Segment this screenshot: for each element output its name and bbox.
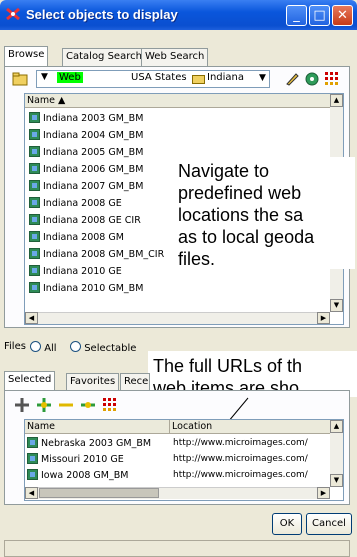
tab-catalog-search[interactable]: Catalog Search — [62, 48, 146, 66]
status-bar — [4, 540, 350, 557]
chevron-down-icon: ▼ — [259, 73, 266, 83]
column-header-location[interactable]: Location — [170, 420, 330, 434]
scroll-right-button[interactable]: ▶ — [317, 312, 330, 324]
window-title: Select objects to display — [26, 7, 178, 22]
app-icon — [5, 6, 21, 22]
horizontal-scrollbar[interactable] — [25, 312, 330, 324]
folder-up-icon[interactable] — [12, 72, 28, 86]
geodata-icon — [29, 282, 40, 293]
list-item[interactable]: Indiana 2008 GE — [29, 196, 122, 212]
row-name: Missouri 2010 GE — [27, 452, 124, 467]
row-name: Nebraska 2003 GM_BM — [27, 436, 151, 451]
list-item[interactable]: Indiana 2005 GM_BM — [29, 145, 143, 161]
radio-icon — [30, 341, 41, 352]
tab-favorites[interactable]: Favorites — [66, 373, 120, 390]
list-item[interactable]: Indiana 2010 GE — [29, 264, 122, 280]
remove-all-icon[interactable] — [80, 397, 96, 413]
geodata-icon — [29, 129, 40, 140]
geodata-icon — [29, 231, 40, 242]
scroll-down-button[interactable]: ▼ — [330, 474, 343, 487]
files-label: Files — [4, 341, 26, 352]
radio-icon — [70, 341, 81, 352]
name-column-header[interactable]: Name ▲ — [25, 94, 330, 108]
row-location: http://www.microimages.com/ — [173, 470, 308, 480]
country-label: USA States — [131, 72, 187, 83]
geodata-icon — [29, 214, 40, 225]
geodata-icon — [29, 163, 40, 174]
list-item[interactable]: Indiana 2008 GM — [29, 230, 124, 246]
geodata-icon — [27, 437, 38, 448]
add-all-icon[interactable] — [36, 397, 52, 413]
geodata-icon — [29, 146, 40, 157]
geodata-icon — [29, 197, 40, 208]
geodata-icon — [27, 453, 38, 464]
minimize-button[interactable]: _ — [286, 5, 307, 26]
geodata-icon — [29, 265, 40, 276]
tab-browse[interactable]: Browse — [4, 46, 49, 67]
remove-icon[interactable] — [58, 397, 74, 413]
scroll-right-button[interactable]: ▶ — [317, 487, 330, 499]
row-location: http://www.microimages.com/ — [173, 454, 308, 464]
list-item[interactable]: Indiana 2008 GE CIR — [29, 213, 141, 229]
cancel-button[interactable]: Cancel — [306, 513, 352, 535]
pencil-icon[interactable] — [284, 71, 300, 87]
chevron-down-icon: ▼ — [41, 72, 48, 82]
grid-icon[interactable] — [102, 397, 118, 413]
web-label: Web — [57, 72, 83, 83]
list-item[interactable]: Indiana 2004 GM_BM — [29, 128, 143, 144]
folder-icon — [192, 73, 205, 84]
scroll-left-button[interactable]: ◀ — [25, 312, 38, 324]
title-bar[interactable]: Select objects to display _ □ ✕ — [0, 0, 357, 30]
row-location: http://www.microimages.com/ — [173, 438, 308, 448]
files-all-radio[interactable]: All — [30, 341, 57, 354]
tab-recent[interactable]: Recent — [120, 373, 150, 390]
files-selectable-radio[interactable]: Selectable — [70, 341, 136, 354]
scroll-left-button[interactable]: ◀ — [25, 487, 38, 499]
row-name: Iowa 2008 GM_BM — [27, 468, 128, 483]
table-row[interactable]: Iowa 2008 GM_BM http://www.microimages.c… — [25, 468, 330, 483]
tab-selected[interactable]: Selected — [4, 371, 56, 390]
scroll-up-button[interactable]: ▲ — [330, 420, 343, 433]
maximize-button[interactable]: □ — [309, 5, 330, 26]
geodata-icon — [27, 469, 38, 480]
list-item[interactable]: Indiana 2008 GM_BM_CIR — [29, 247, 164, 263]
tab-web-search[interactable]: Web Search — [141, 48, 209, 66]
add-icon[interactable] — [14, 397, 30, 413]
scroll-down-button[interactable]: ▼ — [330, 299, 343, 312]
ok-button[interactable]: OK — [272, 513, 302, 535]
annotation-navigate: Navigate to predefined web locations the… — [170, 157, 355, 269]
geodata-icon — [29, 180, 40, 191]
geodata-icon — [29, 248, 40, 259]
state-label: Indiana — [207, 72, 245, 83]
list-item[interactable]: Indiana 2003 GM_BM — [29, 111, 143, 127]
scroll-thumb[interactable] — [39, 488, 159, 498]
close-button[interactable]: ✕ — [332, 5, 353, 26]
table-row[interactable]: Nebraska 2003 GM_BM http://www.microimag… — [25, 436, 330, 451]
gear-icon[interactable] — [304, 71, 320, 87]
list-item[interactable]: Indiana 2006 GM_BM — [29, 162, 143, 178]
location-dropdown[interactable]: ▼ Web USA States Indiana ▼ — [36, 70, 270, 88]
scroll-up-button[interactable]: ▲ — [330, 94, 343, 107]
table-row[interactable]: Missouri 2010 GE http://www.microimages.… — [25, 452, 330, 467]
grid-icon[interactable] — [324, 71, 340, 87]
geodata-icon — [29, 112, 40, 123]
list-item[interactable]: Indiana 2010 GM_BM — [29, 281, 143, 297]
column-header-name[interactable]: Name — [25, 420, 170, 434]
list-item[interactable]: Indiana 2007 GM_BM — [29, 179, 143, 195]
